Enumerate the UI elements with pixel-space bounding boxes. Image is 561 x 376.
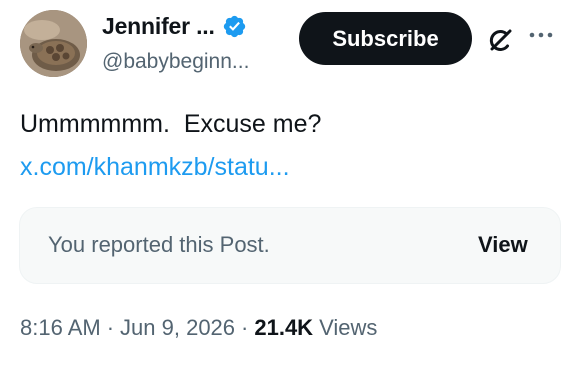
post-view: Jennifer ... @babybeginn... Subscribe Um… [0, 0, 561, 376]
post-date[interactable]: Jun 9, 2026 [120, 315, 235, 341]
author-display-name[interactable]: Jennifer ... [102, 13, 215, 40]
author-handle[interactable]: @babybeginn... [102, 50, 249, 74]
post-meta: 8:16 AM · Jun 9, 2026 · 21.4K Views [20, 315, 377, 341]
post-time[interactable]: 8:16 AM [20, 315, 101, 341]
subscribe-button[interactable]: Subscribe [299, 12, 472, 65]
verified-badge-icon [222, 14, 247, 39]
more-icon[interactable] [526, 20, 556, 50]
reported-notice-card: You reported this Post. View [19, 207, 561, 284]
view-button[interactable]: View [478, 232, 528, 258]
reported-notice-text: You reported this Post. [48, 232, 270, 257]
views-count[interactable]: 21.4K [254, 315, 313, 341]
meta-separator: · [241, 315, 249, 340]
post-link[interactable]: x.com/khanmkzb/statu... [20, 153, 290, 182]
meta-separator: · [106, 315, 115, 340]
views-label: Views [319, 315, 378, 340]
post-text: Ummmmmm. Excuse me? [20, 110, 322, 138]
author-name-row[interactable]: Jennifer ... [102, 13, 247, 40]
grok-icon[interactable] [485, 24, 517, 56]
avatar[interactable] [20, 10, 87, 77]
tortoise-avatar-image [20, 10, 87, 77]
